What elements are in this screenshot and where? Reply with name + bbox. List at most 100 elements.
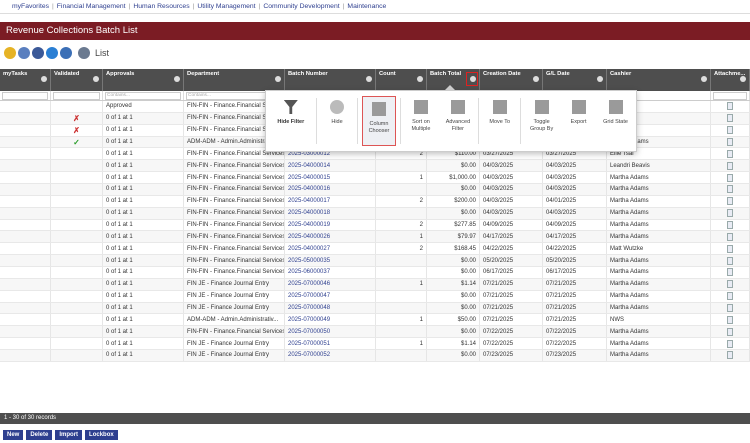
export-button[interactable]: Export (562, 96, 595, 146)
col-count[interactable]: Count (376, 69, 427, 91)
attachment-cell[interactable] (711, 338, 750, 350)
hide-button[interactable]: Hide (321, 96, 354, 146)
nav-utility-management[interactable]: Utility Management (197, 3, 255, 10)
gear-icon[interactable] (417, 76, 423, 82)
nav-community-development[interactable]: Community Development (263, 3, 339, 10)
document-icon[interactable] (727, 244, 733, 253)
attachment-cell[interactable] (711, 112, 750, 124)
grid-state-button[interactable]: Grid State (599, 96, 632, 146)
attachment-cell[interactable] (711, 160, 750, 172)
document-icon[interactable] (727, 256, 733, 265)
table-row[interactable]: 0 of 1 at 1 FIN JE - Finance Journal Entr… (0, 278, 750, 291)
col-creation-date[interactable]: Creation Date (480, 69, 543, 91)
batch-number-link[interactable]: 2025-04000027 (285, 243, 376, 255)
col-mytasks[interactable]: myTasks (0, 69, 51, 91)
batch-number-link[interactable]: 2025-04000017 (285, 195, 376, 207)
table-row[interactable]: 0 of 1 at 1 FIN-FIN - Finance.Financial S… (0, 326, 750, 339)
nav-maintenance[interactable]: Maintenance (347, 3, 386, 10)
filter-mytasks[interactable] (0, 91, 51, 100)
edit-icon[interactable] (18, 47, 30, 59)
document-icon[interactable] (727, 161, 733, 170)
document-icon[interactable] (727, 149, 733, 158)
attachment-cell[interactable] (711, 207, 750, 219)
refresh-icon[interactable] (60, 47, 72, 59)
toggle-group-by-button[interactable]: Toggle Group By (525, 96, 558, 146)
nav-myfavorites[interactable]: myFavorites (12, 3, 49, 10)
import-button[interactable]: Import (55, 430, 83, 440)
filter-validated[interactable] (51, 91, 103, 100)
gear-icon[interactable] (275, 76, 281, 82)
document-icon[interactable] (727, 315, 733, 324)
col-department[interactable]: Department (184, 69, 285, 91)
table-row[interactable]: 0 of 1 at 1 FIN-FIN - Finance.Financial S… (0, 207, 750, 220)
batch-number-link[interactable]: 2025-05000035 (285, 255, 376, 267)
col-batch-number[interactable]: Batch Number (285, 69, 376, 91)
document-icon[interactable] (727, 185, 733, 194)
batch-number-link[interactable]: 2025-04000019 (285, 219, 376, 231)
table-row[interactable]: 0 of 1 at 1 FIN-FIN - Finance.Financial S… (0, 184, 750, 196)
document-icon[interactable] (727, 304, 733, 313)
document-icon[interactable] (727, 209, 733, 218)
batch-number-link[interactable]: 2025-04000014 (285, 160, 376, 172)
attachment-cell[interactable] (711, 302, 750, 314)
attachment-cell[interactable] (711, 195, 750, 207)
filter-attachments[interactable] (711, 91, 750, 100)
table-row[interactable]: 0 of 1 at 1 ADM-ADM - Admin.Administrativ… (0, 314, 750, 327)
document-icon[interactable] (727, 221, 733, 230)
batch-number-link[interactable]: 2025-04000018 (285, 207, 376, 219)
attachment-cell[interactable] (711, 243, 750, 255)
attachment-cell[interactable] (711, 290, 750, 302)
document-icon[interactable] (727, 102, 733, 111)
water-drop-icon[interactable] (46, 47, 58, 59)
document-icon[interactable] (727, 351, 733, 360)
gear-icon[interactable] (701, 76, 707, 82)
document-icon[interactable] (727, 327, 733, 336)
document-icon[interactable] (727, 126, 733, 135)
attachment-cell[interactable] (711, 172, 750, 184)
settings-icon[interactable] (78, 47, 90, 59)
gear-icon[interactable] (533, 76, 539, 82)
batch-number-link[interactable]: 2025-07000049 (285, 314, 376, 326)
table-row[interactable]: 0 of 1 at 1 FIN-FIN - Finance.Financial S… (0, 195, 750, 208)
gear-icon[interactable] (41, 76, 47, 82)
attachment-cell[interactable] (711, 255, 750, 267)
nav-financial-management[interactable]: Financial Management (57, 3, 126, 10)
batch-number-link[interactable]: 2025-07000047 (285, 290, 376, 302)
nav-human-resources[interactable]: Human Resources (133, 3, 189, 10)
document-icon[interactable] (727, 292, 733, 301)
unlink-icon[interactable] (32, 47, 44, 59)
advanced-filter-button[interactable]: Advanced Filter (441, 96, 474, 146)
batch-number-link[interactable]: 2025-04000016 (285, 184, 376, 195)
attachment-cell[interactable] (711, 184, 750, 195)
document-icon[interactable] (727, 138, 733, 146)
gear-icon[interactable] (174, 76, 180, 82)
sort-on-multiple-button[interactable]: Sort on Multiple (404, 96, 437, 146)
table-row[interactable]: 0 of 1 at 1 FIN-FIN - Finance.Financial S… (0, 219, 750, 232)
lockbox-button[interactable]: Lockbox (85, 430, 118, 440)
attachment-cell[interactable] (711, 278, 750, 290)
document-icon[interactable] (727, 197, 733, 206)
table-row[interactable]: 0 of 1 at 1 FIN-FIN - Finance.Financial S… (0, 255, 750, 268)
col-gl-date[interactable]: G/L Date (543, 69, 607, 91)
table-row[interactable]: 0 of 1 at 1 FIN JE - Finance Journal Entr… (0, 338, 750, 351)
table-row[interactable]: 0 of 1 at 1 FIN JE - Finance Journal Entr… (0, 302, 750, 315)
table-row[interactable]: 0 of 1 at 1 FIN-FIN - Finance.Financial S… (0, 267, 750, 279)
batch-number-link[interactable]: 2025-07000048 (285, 302, 376, 314)
attachment-cell[interactable] (711, 314, 750, 326)
column-chooser-button[interactable]: Column Chooser (362, 96, 396, 146)
col-validated[interactable]: Validated (51, 69, 103, 91)
attachment-cell[interactable] (711, 231, 750, 243)
gear-icon[interactable] (93, 76, 99, 82)
table-row[interactable]: 0 of 1 at 1 FIN JE - Finance Journal Entr… (0, 350, 750, 362)
batch-number-link[interactable]: 2025-04000015 (285, 172, 376, 184)
document-icon[interactable] (727, 268, 733, 277)
batch-number-link[interactable]: 2025-06000037 (285, 267, 376, 278)
batch-number-link[interactable]: 2025-07000050 (285, 326, 376, 338)
col-cashier[interactable]: Cashier (607, 69, 711, 91)
gear-icon[interactable] (366, 76, 372, 82)
batch-number-link[interactable]: 2025-07000046 (285, 278, 376, 290)
batch-number-link[interactable]: 2025-07000051 (285, 338, 376, 350)
batch-number-link[interactable]: 2025-07000052 (285, 350, 376, 361)
table-row[interactable]: 0 of 1 at 1 FIN-FIN - Finance.Financial S… (0, 243, 750, 256)
col-attachments[interactable]: Attachme... (711, 69, 750, 91)
